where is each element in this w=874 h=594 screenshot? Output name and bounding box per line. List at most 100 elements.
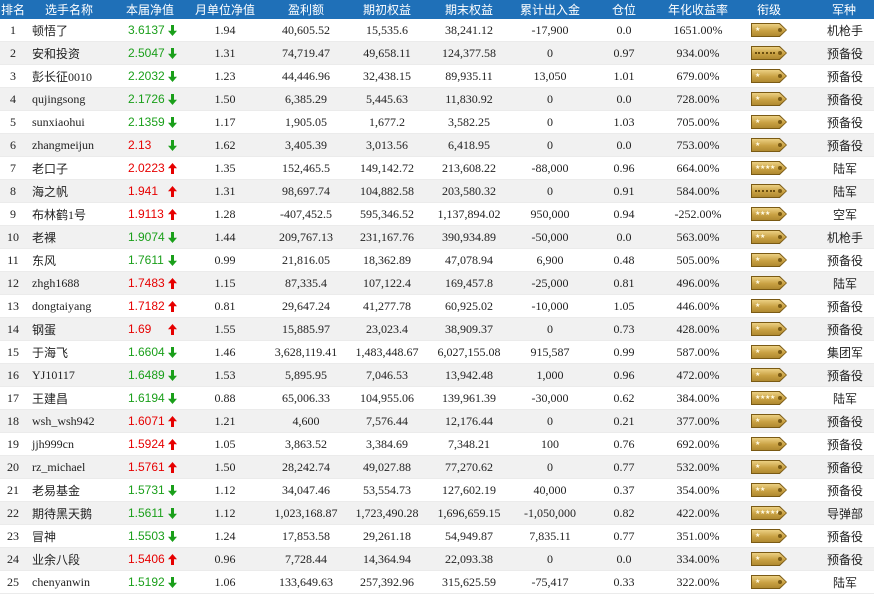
rank-number-cell: 8 [0,180,26,202]
shoulder-board-icon [751,161,787,175]
player-name-link[interactable]: 老口子 [32,160,68,177]
start-equity: 3,013.56 [366,137,408,152]
rank-number-cell: 3 [0,65,26,87]
player-name-link[interactable]: 彭长征0010 [32,68,92,85]
star-icon [760,234,765,240]
arrow-down-icon [168,530,178,542]
end-equity-cell: 38,909.37 [424,318,514,340]
player-name-link[interactable]: sunxiaohui [32,115,85,130]
player-name-link[interactable]: 冒神 [32,528,56,545]
annual-return-cell: 692.00% [662,433,734,455]
player-name-link[interactable]: wsh_wsh942 [32,414,95,429]
arrow-down-icon [168,346,178,358]
player-name-link[interactable]: 海之帆 [32,183,68,200]
monthly-unit-nav: 1.44 [214,229,236,244]
shoulder-board-icon [751,437,787,451]
arrow-up-icon [168,185,178,197]
position-ratio: 0.0 [616,91,632,106]
player-name-link[interactable]: YJ10117 [32,368,75,383]
position-ratio: 0.0 [616,229,632,244]
military-branch: 陆军 [832,575,857,590]
military-branch: 空军 [832,207,857,222]
profit-amount: 7,728.44 [285,551,327,566]
annual-return-cell: -252.00% [662,203,734,225]
rank-number: 3 [10,68,16,83]
player-name-link[interactable]: 期待黑天鹅 [32,505,92,522]
player-name-link-cell: jjh999cn [26,433,112,455]
rank-insignia-cell [734,42,804,64]
profit-amount-cell: 6,385.29 [262,88,350,110]
annual-return-cell: 532.00% [662,456,734,478]
annual-return: 472.00% [676,367,720,382]
end-equity: 213,608.22 [442,160,496,175]
annual-return: 584.00% [676,183,720,198]
rank-number: 7 [10,160,16,175]
annual-return-cell: 587.00% [662,341,734,363]
column-header-monthly-unit-nav: 月单位净值 [194,3,255,17]
player-name-link[interactable]: zhgh1688 [32,276,79,291]
table-row: 11 东风 1.7611 0.99 21,816.05 18,362.89 47,078.9… [0,249,874,272]
rank-number: 19 [7,436,19,451]
end-equity: 47,078.94 [445,252,493,267]
shoulder-board-icon [751,483,787,497]
position-ratio: 0.33 [613,574,635,589]
player-name-link[interactable]: 东风 [32,252,56,269]
profit-amount: 3,405.39 [285,137,327,152]
net-flow: -30,000 [531,390,569,405]
monthly-unit-nav: 1.12 [214,482,236,497]
shoulder-board-icon [751,322,787,336]
session-nav-cell: 1.7182 [112,295,188,317]
rank-number-cell: 2 [0,42,26,64]
player-name-link[interactable]: 老裸 [32,229,56,246]
start-equity-cell: 257,392.96 [350,571,424,593]
end-equity: 6,027,155.08 [437,344,501,359]
start-equity: 107,122.4 [363,275,411,290]
annual-return: -252.00% [674,206,722,221]
end-equity: 1,137,894.02 [437,206,501,221]
shoulder-board-icon [751,207,787,221]
player-name-link[interactable]: zhangmeijun [32,138,94,153]
session-nav-value: 1.5611 [128,506,164,520]
player-name-link[interactable]: 于海飞 [32,344,68,361]
monthly-unit-nav: 0.81 [214,298,236,313]
arrow-up-icon [168,415,178,427]
player-name-link[interactable]: dongtaiyang [32,299,91,314]
session-nav-cell: 1.5192 [112,571,188,593]
session-nav-cell: 1.7611 [112,249,188,271]
player-name-link[interactable]: 安和投资 [32,45,80,62]
monthly-unit-nav: 1.31 [214,183,236,198]
insignia-button [778,350,782,354]
start-equity-cell: 32,438.15 [350,65,424,87]
end-equity-cell: 13,942.48 [424,364,514,386]
insignia-button [778,143,782,147]
player-name-link[interactable]: 布林鹤1号 [32,206,86,223]
position-ratio-cell: 0.77 [586,456,662,478]
position-ratio-cell: 1.05 [586,295,662,317]
player-name-link[interactable]: rz_michael [32,460,85,475]
position-ratio: 1.05 [613,298,635,313]
session-nav-cell: 1.6489 [112,364,188,386]
end-equity-cell: 169,457.8 [424,272,514,294]
monthly-unit-nav: 1.53 [214,367,236,382]
player-name-link[interactable]: 顿悟了 [32,22,68,39]
monthly-unit-nav-cell: 1.31 [188,180,262,202]
column-header-branch: 军种 [831,3,856,17]
player-name-link[interactable]: chenyanwin [32,575,90,590]
start-equity-cell: 149,142.72 [350,157,424,179]
player-name-link[interactable]: 老易基金 [32,482,80,499]
player-name-link[interactable]: qujingsong [32,92,85,107]
player-name-link[interactable]: 王建昌 [32,390,68,407]
rank-number: 1 [10,22,16,37]
monthly-unit-nav-cell: 0.81 [188,295,262,317]
player-name-link[interactable]: 业余八段 [32,551,80,568]
profit-amount: 15,885.97 [282,321,330,336]
rank-insignia-cell [734,341,804,363]
player-name-link[interactable]: jjh999cn [32,437,74,452]
monthly-unit-nav: 1.17 [214,114,236,129]
star-icon [770,395,775,401]
player-name-link-cell: dongtaiyang [26,295,112,317]
military-branch-cell: 预备役 [804,111,874,133]
net-flow: 950,000 [530,206,570,221]
player-name-link[interactable]: 钢蛋 [32,321,56,338]
position-ratio-cell: 0.82 [586,502,662,524]
